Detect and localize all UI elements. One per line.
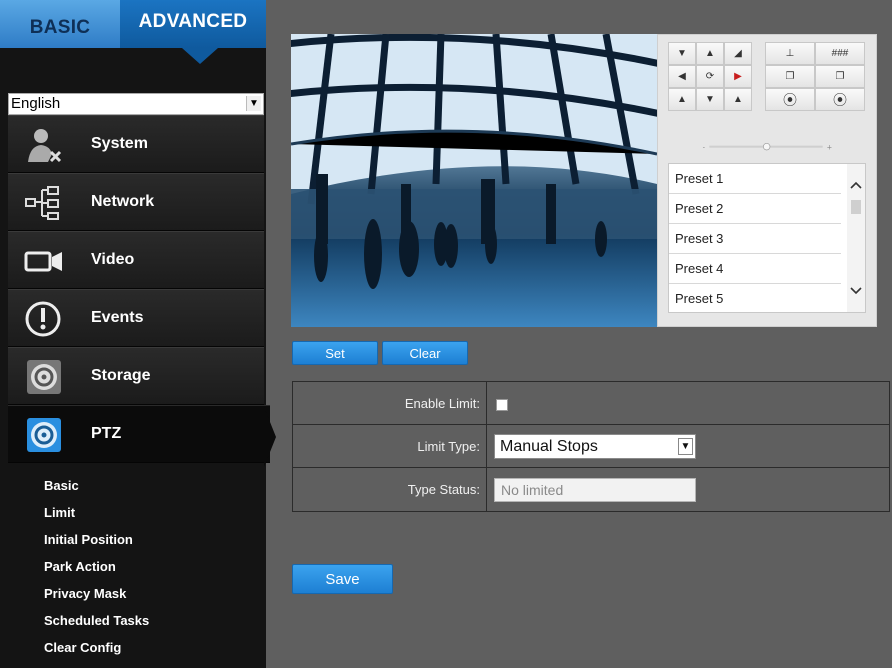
type-status-field: No limited bbox=[494, 478, 696, 502]
pan-up-right-button[interactable]: ◢ bbox=[724, 42, 752, 65]
mode-tabs: BASIC ADVANCED bbox=[0, 0, 266, 48]
scroll-up-icon bbox=[850, 181, 862, 189]
type-status-row: Type Status: No limited bbox=[293, 468, 889, 511]
list-item[interactable]: Preset 1 bbox=[669, 164, 841, 194]
svg-text:-: - bbox=[703, 144, 706, 151]
chevron-down-icon[interactable]: ▼ bbox=[246, 96, 261, 111]
sidebar-item-label: Storage bbox=[91, 367, 151, 384]
zoom-tele-icon[interactable]: ⊥ bbox=[765, 42, 815, 65]
sidebar: BASIC ADVANCED English ▼ System Network bbox=[0, 0, 276, 668]
pan-right-button[interactable]: ▶ bbox=[724, 65, 752, 88]
submenu-item-park-action[interactable]: Park Action bbox=[44, 559, 116, 574]
sidebar-item-label: Network bbox=[91, 193, 155, 210]
pan-up-left-button[interactable]: ▼ bbox=[668, 42, 696, 65]
scroll-thumb bbox=[851, 200, 861, 214]
preset-scrollbar[interactable] bbox=[847, 164, 865, 312]
list-item[interactable]: Preset 4 bbox=[669, 254, 841, 284]
sidebar-item-label: PTZ bbox=[91, 425, 122, 442]
language-value: English bbox=[11, 95, 61, 112]
auto-pan-button[interactable]: ⟳ bbox=[696, 65, 724, 88]
scroll-down-icon bbox=[850, 287, 862, 295]
enable-limit-label: Enable Limit: bbox=[293, 382, 487, 424]
sidebar-item-label: Video bbox=[91, 251, 135, 268]
pan-down-right-button[interactable]: ▲ bbox=[724, 88, 752, 111]
network-icon bbox=[25, 186, 59, 220]
type-status-label: Type Status: bbox=[293, 468, 487, 511]
svg-text:+: + bbox=[827, 144, 833, 151]
active-tab-indicator bbox=[182, 48, 218, 64]
limit-type-value: Manual Stops bbox=[500, 438, 598, 455]
limit-type-select[interactable]: Manual Stops ▼ bbox=[494, 434, 696, 459]
submenu-item-limit[interactable]: Limit bbox=[44, 505, 75, 520]
sidebar-item-events[interactable]: Events bbox=[8, 289, 264, 347]
focus-near-icon[interactable]: ❐ bbox=[765, 65, 815, 88]
tab-advanced[interactable]: ADVANCED bbox=[120, 0, 266, 48]
sidebar-item-storage[interactable]: Storage bbox=[8, 347, 264, 405]
storage-disk-icon bbox=[27, 360, 61, 394]
zoom-wide-icon[interactable]: ### bbox=[815, 42, 865, 65]
chevron-down-icon[interactable]: ▼ bbox=[678, 438, 693, 455]
sidebar-item-ptz[interactable]: PTZ bbox=[8, 405, 270, 463]
submenu-item-basic[interactable]: Basic bbox=[44, 478, 79, 493]
iris-close-icon[interactable]: ⦿ bbox=[815, 88, 865, 111]
save-button[interactable]: Save bbox=[292, 564, 393, 594]
submenu-item-initial-position[interactable]: Initial Position bbox=[44, 532, 133, 547]
limit-settings-form: Enable Limit: Limit Type: Manual Stops ▼… bbox=[292, 381, 890, 512]
sidebar-item-network[interactable]: Network bbox=[8, 173, 264, 231]
submenu-item-privacy-mask[interactable]: Privacy Mask bbox=[44, 586, 126, 601]
system-user-icon bbox=[28, 129, 62, 163]
pan-down-left-button[interactable]: ▲ bbox=[668, 88, 696, 111]
limit-type-label: Limit Type: bbox=[293, 425, 487, 467]
events-exclamation-icon bbox=[25, 301, 61, 337]
submenu-item-scheduled-tasks[interactable]: Scheduled Tasks bbox=[44, 613, 149, 628]
limit-type-row: Limit Type: Manual Stops ▼ bbox=[293, 425, 889, 468]
ptz-direction-pad: ▼ ▲ ◢ ◀ ⟳ ▶ ▲ ▼ ▲ ⊥ ### ❐ ❐ ⦿ ⦿ bbox=[668, 42, 868, 136]
sidebar-item-video[interactable]: Video bbox=[8, 231, 264, 289]
iris-open-icon[interactable]: ⦿ bbox=[765, 88, 815, 111]
language-select[interactable]: English ▼ bbox=[8, 93, 264, 115]
enable-limit-checkbox[interactable] bbox=[496, 399, 508, 411]
ptz-control-panel: ▼ ▲ ◢ ◀ ⟳ ▶ ▲ ▼ ▲ ⊥ ### ❐ ❐ ⦿ ⦿ - + Pres… bbox=[657, 34, 877, 327]
pan-down-button[interactable]: ▼ bbox=[696, 88, 724, 111]
video-camera-icon bbox=[24, 251, 62, 272]
submenu-item-clear-config[interactable]: Clear Config bbox=[44, 640, 121, 655]
list-item[interactable]: Preset 5 bbox=[669, 284, 841, 312]
active-item-indicator bbox=[264, 407, 276, 467]
pan-up-button[interactable]: ▲ bbox=[696, 42, 724, 65]
tab-basic[interactable]: BASIC bbox=[0, 0, 120, 48]
video-preview[interactable] bbox=[291, 34, 657, 327]
preset-list: Preset 1 Preset 2 Preset 3 Preset 4 Pres… bbox=[668, 163, 866, 313]
sidebar-item-system[interactable]: System bbox=[8, 115, 264, 173]
sidebar-item-label: System bbox=[91, 135, 148, 152]
clear-button[interactable]: Clear bbox=[382, 341, 468, 365]
sidebar-item-label: Events bbox=[91, 309, 144, 326]
enable-limit-row: Enable Limit: bbox=[293, 382, 889, 425]
ptz-speed-slider[interactable]: - + bbox=[670, 143, 866, 151]
list-item[interactable]: Preset 3 bbox=[669, 224, 841, 254]
camera-scene-image bbox=[291, 34, 657, 327]
focus-far-icon[interactable]: ❐ bbox=[815, 65, 865, 88]
ptz-icon bbox=[27, 418, 61, 452]
list-item[interactable]: Preset 2 bbox=[669, 194, 841, 224]
set-button[interactable]: Set bbox=[292, 341, 378, 365]
pan-left-button[interactable]: ◀ bbox=[668, 65, 696, 88]
